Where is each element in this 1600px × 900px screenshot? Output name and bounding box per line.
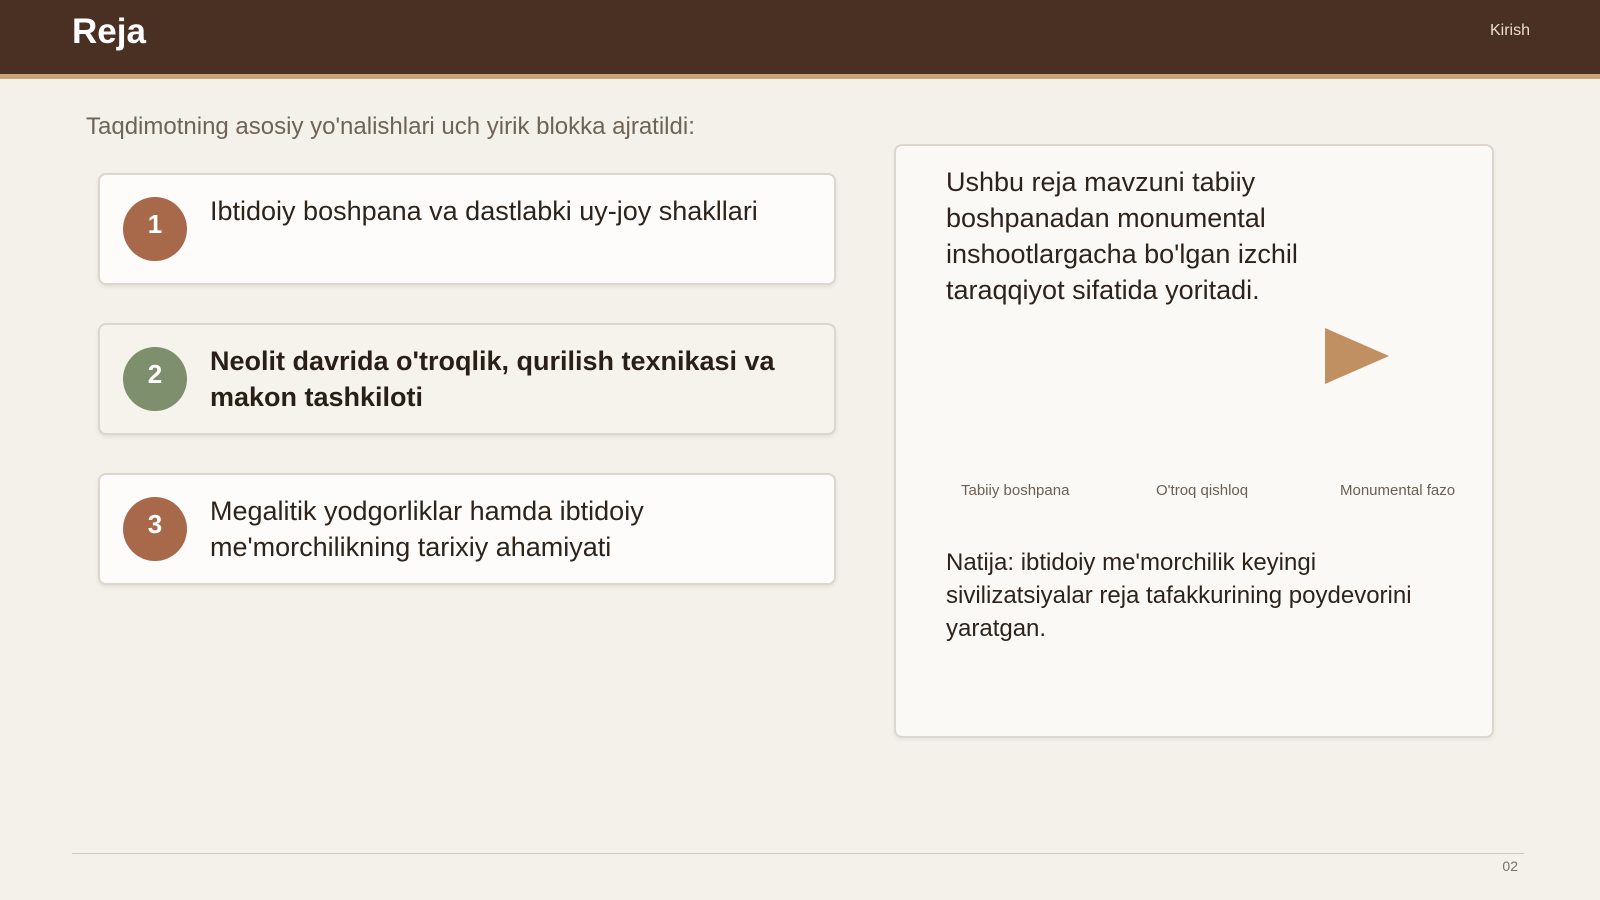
plan-block-1: 1 Ibtidoiy boshpana va dastlabki uy-joy … [98,173,836,285]
block-text: Ibtidoiy boshpana va dastlabki uy-joy sh… [210,196,758,226]
block-text: Neolit davrida o'troqlik, qurilish texni… [210,346,775,412]
block-number-badge: 2 [123,347,187,411]
footer-divider [72,853,1524,854]
section-label: Kirish [1489,22,1530,39]
block-number-badge: 3 [123,497,187,561]
block-text: Megalitik yodgorliklar hamda ibtidoiy me… [210,496,644,562]
page-title: Reja [72,12,146,51]
intro-text: Taqdimotning asosiy yo'nalishlari uch yi… [86,113,695,140]
plan-block-3: 3 Megalitik yodgorliklar hamda ibtidoiy … [98,473,836,585]
summary-panel: Ushbu reja mavzuni tabiiy boshpanadan mo… [894,144,1494,738]
stage-label-settled-village: O'troq qishloq [1156,482,1249,499]
plan-block-2: 2 Neolit davrida o'troqlik, qurilish tex… [98,323,836,435]
block-number-badge: 1 [123,197,187,261]
page-number: 02 [1502,858,1518,874]
stage-label-natural-shelter: Tabiiy boshpana [961,482,1070,499]
panel-description: Ushbu reja mavzuni tabiiy boshpanadan mo… [946,167,1298,305]
panel-result: Natija: ibtidoiy me'morchilik keyingi si… [946,549,1412,642]
header-bar: Reja Kirish [0,0,1600,79]
arrow-right-icon [961,328,1389,384]
stage-label-monumental-space: Monumental fazo [1340,482,1456,499]
